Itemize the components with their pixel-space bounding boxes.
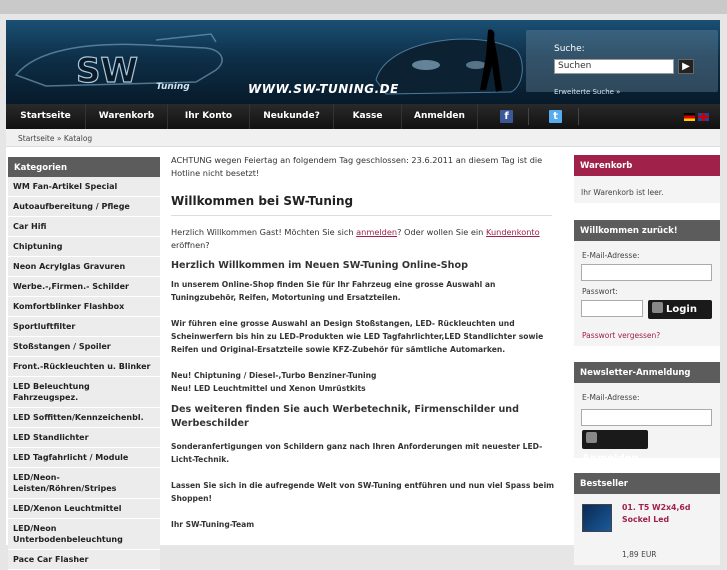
nav-divider: [528, 108, 529, 125]
main-nav: Startseite Warenkorb Ihr Konto Neukunde?…: [6, 104, 720, 129]
newsletter-subscribe-button[interactable]: Anmelden: [582, 430, 648, 464]
category-item[interactable]: LED/Neon Unterbodenbeleuchtung: [8, 519, 160, 550]
bestseller-box: Bestseller 01. T5 W2x4,6d Sockel Led 1,8…: [574, 473, 720, 565]
cart-empty-text: Ihr Warenkorb ist leer.: [581, 188, 664, 197]
divider: [171, 215, 552, 216]
category-item[interactable]: Pace Car Flasher: [8, 550, 160, 570]
advanced-search-link[interactable]: Erweiterte Suche »: [554, 88, 620, 96]
category-item[interactable]: LED Standlichter: [8, 428, 160, 448]
category-item[interactable]: Neon Acrylglas Gravuren: [8, 257, 160, 277]
category-item[interactable]: LED/Neon-Leisten/Röhren/Stripes: [8, 468, 160, 499]
login-email-field[interactable]: [581, 264, 712, 281]
category-item[interactable]: Stoßstangen / Spoiler: [8, 337, 160, 357]
search-box: Suche: Suchen ▶ Erweiterte Suche »: [526, 30, 718, 96]
browser-top-strip: [0, 0, 727, 14]
svg-text:SW: SW: [76, 51, 138, 91]
logo-tuning-text: Tuning: [156, 82, 190, 92]
login-button[interactable]: Login: [648, 300, 712, 319]
nav-item-neukunde[interactable]: Neukunde?: [250, 104, 334, 129]
login-button-label: Login: [666, 304, 697, 315]
nav-item-kasse[interactable]: Kasse: [334, 104, 402, 129]
breadcrumb[interactable]: Startseite » Katalog: [18, 134, 92, 143]
login-link[interactable]: anmelden: [356, 227, 397, 237]
create-account-link[interactable]: Kundenkonto: [486, 227, 540, 237]
search-input[interactable]: Suchen: [554, 59, 674, 74]
news-line-1: Neu! Chiptuning / Diesel-,Turbo Benziner…: [171, 371, 377, 380]
bestseller-item-price: 1,89 EUR: [622, 550, 657, 559]
page-title: Willkommen bei SW-Tuning: [171, 194, 354, 208]
newsletter-email-label: E-Mail-Adresse:: [582, 393, 640, 402]
category-item[interactable]: Komfortblinker Flashbox: [8, 297, 160, 317]
news-line-2: Neu! LED Leuchtmittel und Xenon Umrüstki…: [171, 384, 366, 393]
nav-divider: [578, 108, 579, 125]
categories-title: Kategorien: [8, 157, 160, 177]
category-item[interactable]: LED/Xenon Leuchtmittel: [8, 499, 160, 519]
category-item[interactable]: WM Fan-Artikel Special: [8, 177, 160, 197]
login-title: Willkommen zurück!: [574, 220, 720, 241]
key-icon: [652, 302, 663, 313]
nav-item-anmelden[interactable]: Anmelden: [402, 104, 478, 129]
categories-list: WM Fan-Artikel Special Autoaufbereitung /…: [8, 177, 160, 570]
werbetechnik-heading: Des weiteren finden Sie auch Werbetechni…: [171, 404, 519, 429]
category-item[interactable]: LED Soffitten/Kennzeichenbl.: [8, 408, 160, 428]
greeting-text: Herzlich Willkommen Gast! Möchten Sie si…: [171, 226, 552, 252]
greeting-post: eröffnen?: [171, 240, 210, 250]
search-submit-button[interactable]: ▶: [678, 59, 694, 74]
category-item[interactable]: Werbe.-,Firmen.- Schilder: [8, 277, 160, 297]
category-item[interactable]: LED Tagfahrlicht / Module: [8, 448, 160, 468]
login-email-label: E-Mail-Adresse:: [582, 251, 640, 260]
envelope-icon: [586, 432, 597, 443]
nav-item-ihr-konto[interactable]: Ihr Konto: [168, 104, 250, 129]
english-flag-icon[interactable]: [698, 113, 709, 121]
login-password-field[interactable]: [581, 300, 643, 317]
categories-box: Kategorien WM Fan-Artikel Special Autoauf…: [8, 157, 160, 570]
greeting-mid: ? Oder wollen Sie ein: [397, 227, 486, 237]
cart-box: Warenkorb Ihr Warenkorb ist leer.: [574, 155, 720, 203]
site-url-text: WWW.SW-TUNING.DE: [248, 82, 399, 96]
page-wrapper: SW Tuning WWW.SW-TUNING.DE Suche: Suchen…: [6, 20, 720, 570]
main-content: ACHTUNG wegen Feiertag an folgendem Tag …: [171, 154, 556, 529]
breadcrumb-bar: Startseite » Katalog: [6, 129, 720, 147]
header-banner: SW Tuning WWW.SW-TUNING.DE Suche: Suchen…: [6, 20, 720, 104]
newsletter-email-field[interactable]: [581, 409, 712, 426]
product-thumbnail[interactable]: [582, 504, 612, 532]
facebook-icon[interactable]: f: [500, 110, 513, 123]
products-paragraph: Wir führen eine grosse Auswahl an Design…: [171, 319, 544, 354]
nav-item-startseite[interactable]: Startseite: [6, 104, 86, 129]
category-item[interactable]: Front.-Rückleuchten u. Blinker: [8, 357, 160, 377]
custom-signs-paragraph: Sonderanfertigungen von Schildern ganz n…: [171, 442, 543, 464]
bestseller-item-link[interactable]: 01. T5 W2x4,6d Sockel Led: [622, 502, 718, 526]
german-flag-icon[interactable]: [684, 113, 695, 121]
newsletter-button-label: Anmelden: [582, 453, 639, 464]
login-password-label: Passwort:: [582, 287, 618, 296]
category-item[interactable]: Autoaufbereitung / Pflege: [8, 197, 160, 217]
nav-item-warenkorb[interactable]: Warenkorb: [86, 104, 168, 129]
bestseller-title: Bestseller: [574, 473, 720, 494]
shop-welcome-heading: Herzlich Willkommen im Neuen SW-Tuning O…: [171, 260, 468, 271]
twitter-icon[interactable]: t: [549, 110, 562, 123]
category-item[interactable]: LED Beleuchtung Fahrzeugspez.: [8, 377, 160, 408]
category-item[interactable]: Car Hifi: [8, 217, 160, 237]
category-item[interactable]: Sportluftfilter: [8, 317, 160, 337]
search-label: Suche:: [554, 44, 585, 54]
greeting-pre: Herzlich Willkommen Gast! Möchten Sie si…: [171, 227, 357, 237]
newsletter-box: Newsletter-Anmeldung E-Mail-Adresse: Anm…: [574, 362, 720, 464]
arrow-right-icon: ▶: [682, 61, 690, 72]
forgot-password-link[interactable]: Passwort vergessen?: [582, 331, 660, 340]
newsletter-title: Newsletter-Anmeldung: [574, 362, 720, 383]
category-item[interactable]: Chiptuning: [8, 237, 160, 257]
cart-title: Warenkorb: [574, 155, 720, 176]
signature: Ihr SW-Tuning-Team: [171, 520, 255, 529]
holiday-notice: ACHTUNG wegen Feiertag an folgendem Tag …: [171, 155, 543, 178]
intro-paragraph: In unserem Online-Shop finden Sie für Ih…: [171, 280, 496, 302]
closing-paragraph: Lassen Sie sich in die aufregende Welt v…: [171, 481, 555, 503]
login-box: Willkommen zurück! E-Mail-Adresse: Passw…: [574, 220, 720, 346]
